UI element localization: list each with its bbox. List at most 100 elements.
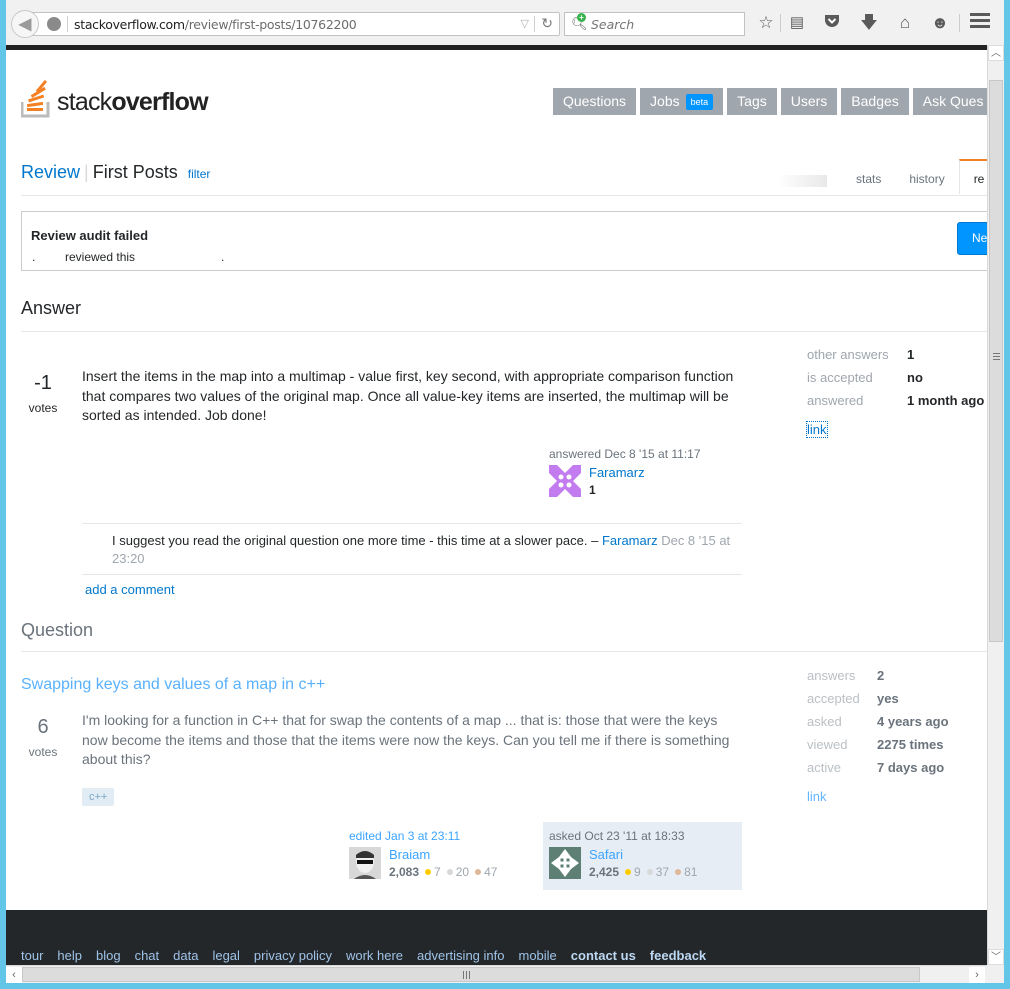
add-comment-link[interactable]: add a comment (85, 582, 175, 597)
logo-text-light: stack (57, 88, 112, 116)
logo-icon (21, 80, 50, 118)
beta-badge: beta (685, 93, 714, 110)
horizontal-scrollbar[interactable]: ‹ › (6, 965, 987, 983)
nav-ask-question[interactable]: Ask Ques (912, 88, 987, 115)
audit-redacted-user: . (32, 250, 36, 264)
nav-questions[interactable]: Questions (553, 88, 637, 115)
footer-link-tour[interactable]: tour (21, 948, 43, 963)
horizontal-scroll-thumb[interactable] (22, 967, 920, 982)
nav-label: Badges (851, 93, 899, 109)
nav-users[interactable]: Users (780, 88, 838, 115)
answer-timestamp: answered Dec 8 '15 at 11:17 (549, 447, 701, 461)
question-divider (21, 651, 987, 652)
stat-value: 2275 times (877, 737, 944, 752)
footer-link-chat[interactable]: chat (135, 948, 160, 963)
back-button[interactable]: ◀ (11, 10, 39, 38)
header-divider (21, 195, 987, 196)
nav-tags[interactable]: Tags (727, 88, 777, 115)
answer-divider (21, 331, 987, 332)
question-body: I'm looking for a function in C++ that f… (82, 712, 730, 767)
browser-toolbar: stackoverflow.com/review/first-posts/107… (6, 0, 1004, 45)
footer-link-privacy-policy[interactable]: privacy policy (254, 948, 332, 963)
filter-link[interactable]: filter (188, 167, 211, 181)
scroll-left-icon[interactable]: ‹ (6, 967, 22, 983)
stat-row: is accepted no (807, 370, 984, 393)
asked-timestamp: asked Oct 23 '11 at 18:33 (549, 829, 685, 843)
header-separator: | (84, 162, 89, 182)
answer-stats: other answers 1 is accepted no answered 1 m… (806, 347, 985, 438)
footer-link-feedback[interactable]: feedback (650, 948, 706, 963)
nav-badges[interactable]: Badges (841, 88, 909, 115)
search-bar[interactable]: 🔍︎ + (564, 12, 745, 36)
history-dropdown-icon[interactable]: ▽ (521, 17, 529, 30)
site-footer: tour help blog chat data legal privacy p… (6, 910, 987, 965)
question-heading: Question (21, 620, 94, 640)
stat-value: 1 month ago (907, 393, 985, 408)
edited-timestamp-link[interactable]: edited Jan 3 at 23:11 (349, 829, 529, 843)
vote-label: votes (28, 745, 58, 759)
owner-card: asked Oct 23 '11 at 18:33 Safari 2,425 9 3… (549, 829, 739, 885)
logo-text: stackoverflow (57, 88, 209, 117)
answer-body: Insert the items in the map into a multi… (82, 368, 734, 423)
footer-link-blog[interactable]: blog (96, 948, 121, 963)
answer-permalink[interactable]: link (806, 421, 828, 438)
stat-value: 2 (877, 668, 885, 683)
footer-link-contact-us[interactable]: contact us (571, 948, 636, 963)
url-bar[interactable]: stackoverflow.com/review/first-posts/107… (28, 12, 560, 36)
user-reputation: 2,083 7 20 47 (389, 865, 497, 879)
nav-jobs[interactable]: Jobs beta (640, 88, 724, 115)
menu-icon[interactable] (970, 13, 990, 31)
user-name-link[interactable]: Braiam (389, 847, 430, 862)
footer-link-help[interactable]: help (57, 948, 82, 963)
footer-link-advertising-info[interactable]: advertising info (417, 948, 504, 963)
comment-text: I suggest you read the original question… (112, 533, 599, 548)
logo-text-bold: overflow (111, 88, 208, 116)
vertical-scroll-thumb[interactable] (989, 80, 1003, 642)
tab-stats[interactable]: stats (842, 159, 895, 194)
scroll-up-icon[interactable]: ︿ (988, 45, 1004, 61)
reading-list-icon[interactable]: ▤ (786, 12, 808, 34)
nav-label: Ask Ques (922, 93, 984, 109)
stat-row: accepted yes (807, 691, 949, 714)
pocket-icon[interactable] (821, 12, 843, 34)
tag-cpp[interactable]: c++ (82, 788, 115, 806)
user-avatar-identicon[interactable] (549, 465, 581, 497)
reload-icon[interactable]: ↻ (541, 15, 553, 32)
stat-key: is accepted (807, 370, 873, 385)
user-name-link[interactable]: Safari (589, 847, 623, 862)
silver-badge-count: 37 (655, 865, 670, 879)
scroll-right-icon[interactable]: › (969, 967, 985, 983)
vertical-scrollbar[interactable]: ︿ ﹀ (987, 45, 1004, 965)
audit-subtitle: . reviewed this. (32, 250, 224, 264)
stat-row: answers 2 (807, 668, 949, 691)
bronze-badge-count: 81 (684, 865, 698, 879)
review-link[interactable]: Review (21, 162, 80, 182)
search-input[interactable] (591, 17, 731, 32)
user-avatar-identicon[interactable] (549, 847, 581, 879)
scroll-down-icon[interactable]: ﹀ (988, 949, 1004, 965)
next-button[interactable]: Ne (957, 222, 987, 255)
footer-link-data[interactable]: data (173, 948, 198, 963)
question-title-link[interactable]: Swapping keys and values of a map in c++ (21, 676, 325, 694)
footer-links: tour help blog chat data legal privacy p… (21, 948, 706, 963)
question-permalink[interactable]: link (807, 789, 827, 804)
bookmark-star-icon[interactable]: ☆ (755, 12, 777, 34)
tab-review[interactable]: re (958, 159, 987, 194)
comment-user-link[interactable]: Faramarz (602, 533, 658, 548)
home-icon[interactable]: ⌂ (894, 12, 916, 34)
tab-history[interactable]: history (895, 159, 958, 194)
url-host: stackoverflow.com (74, 17, 185, 32)
footer-link-mobile[interactable]: mobile (518, 948, 556, 963)
footer-link-work-here[interactable]: work here (346, 948, 403, 963)
vote-number: 6 (37, 716, 49, 738)
stat-key: other answers (807, 347, 889, 362)
user-avatar-photo[interactable] (349, 847, 381, 879)
gold-badge-icon (625, 869, 632, 876)
user-name-link[interactable]: Faramarz (589, 465, 645, 480)
footer-link-legal[interactable]: legal (212, 948, 239, 963)
hello-chat-icon[interactable]: ☻ (929, 12, 951, 34)
stackoverflow-logo[interactable]: stackoverflow (21, 80, 221, 120)
back-arrow-icon: ◀ (18, 16, 32, 33)
download-icon[interactable]: 🡇 (858, 12, 880, 34)
vote-number: -1 (34, 372, 52, 394)
